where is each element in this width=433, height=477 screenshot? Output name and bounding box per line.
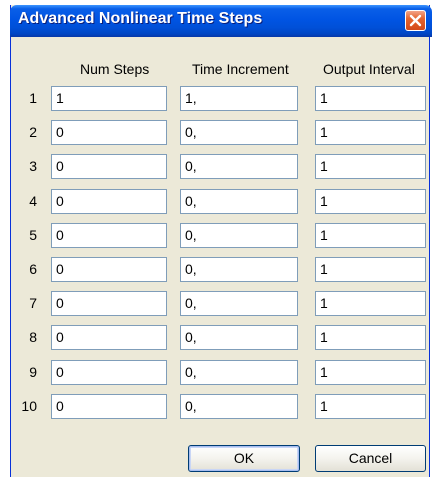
output-interval-input[interactable]: 1 <box>315 325 426 350</box>
num-steps-input[interactable]: 0 <box>51 325 167 350</box>
row-number: 8 <box>29 329 37 345</box>
num-steps-input[interactable]: 0 <box>51 291 167 316</box>
output-interval-input[interactable]: 1 <box>315 154 426 179</box>
row-number: 1 <box>29 90 37 106</box>
column-header-num-steps: Num Steps <box>80 61 150 77</box>
time-increment-input[interactable]: 0, <box>180 154 298 179</box>
row-number: 10 <box>21 398 37 414</box>
output-interval-input[interactable]: 1 <box>315 223 426 248</box>
row-number: 3 <box>29 158 37 174</box>
output-interval-input[interactable]: 1 <box>315 257 426 282</box>
time-increment-input[interactable]: 1, <box>180 86 298 111</box>
row-number: 2 <box>29 124 37 140</box>
output-interval-input[interactable]: 1 <box>315 189 426 214</box>
time-increment-input[interactable]: 0, <box>180 325 298 350</box>
time-increment-input[interactable]: 0, <box>180 360 298 385</box>
output-interval-input[interactable]: 1 <box>315 120 426 145</box>
time-increment-input[interactable]: 0, <box>180 394 298 419</box>
time-increment-input[interactable]: 0, <box>180 120 298 145</box>
num-steps-input[interactable]: 1 <box>51 86 167 111</box>
num-steps-input[interactable]: 0 <box>51 360 167 385</box>
close-button[interactable] <box>405 10 426 31</box>
time-increment-input[interactable]: 0, <box>180 291 298 316</box>
ok-button[interactable]: OK <box>188 445 300 472</box>
num-steps-input[interactable]: 0 <box>51 223 167 248</box>
close-icon <box>409 14 422 27</box>
num-steps-input[interactable]: 0 <box>51 394 167 419</box>
row-number: 4 <box>29 193 37 209</box>
output-interval-input[interactable]: 1 <box>315 360 426 385</box>
cancel-button-label: Cancel <box>348 450 393 466</box>
time-increment-input[interactable]: 0, <box>180 223 298 248</box>
dialog-window: Advanced Nonlinear Time Steps Num Steps … <box>10 5 432 477</box>
ok-button-label: OK <box>233 450 255 466</box>
row-number: 5 <box>29 227 37 243</box>
row-number: 9 <box>29 364 37 380</box>
output-interval-input[interactable]: 1 <box>315 86 426 111</box>
column-header-output-interval: Output Interval <box>323 61 415 77</box>
row-number: 7 <box>29 295 37 311</box>
window-title: Advanced Nonlinear Time Steps <box>18 10 263 27</box>
num-steps-input[interactable]: 0 <box>51 154 167 179</box>
output-interval-input[interactable]: 1 <box>315 394 426 419</box>
time-increment-input[interactable]: 0, <box>180 257 298 282</box>
num-steps-input[interactable]: 0 <box>51 189 167 214</box>
title-bar[interactable]: Advanced Nonlinear Time Steps <box>10 5 432 37</box>
time-increment-input[interactable]: 0, <box>180 189 298 214</box>
column-header-time-increment: Time Increment <box>192 61 289 77</box>
num-steps-input[interactable]: 0 <box>51 257 167 282</box>
num-steps-input[interactable]: 0 <box>51 120 167 145</box>
output-interval-input[interactable]: 1 <box>315 291 426 316</box>
row-number: 6 <box>29 261 37 277</box>
cancel-button[interactable]: Cancel <box>315 445 426 472</box>
